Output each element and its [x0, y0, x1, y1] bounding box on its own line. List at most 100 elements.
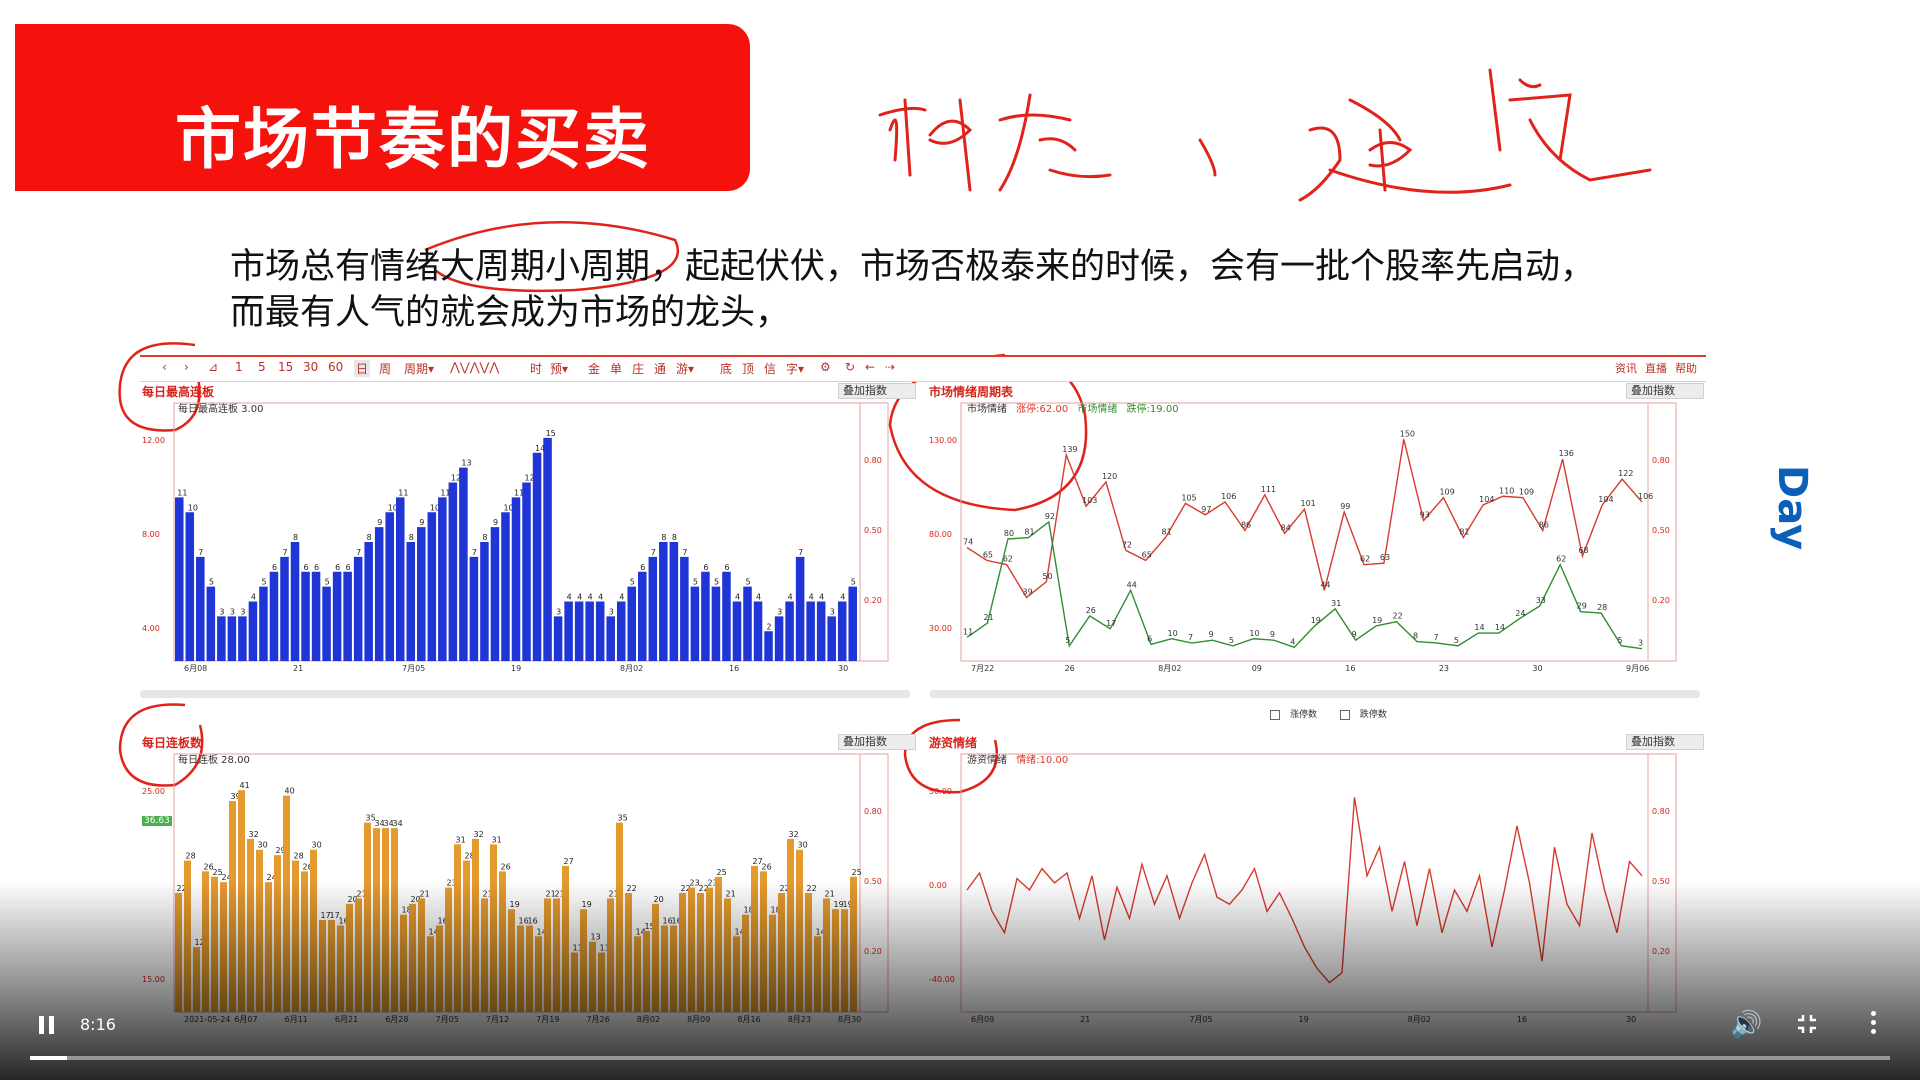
point-value-label: 74	[963, 538, 973, 547]
toolbar-item[interactable]: 单	[610, 360, 622, 377]
bar-value-label: 9	[377, 518, 382, 527]
bar	[774, 616, 784, 661]
bar-value-label: 4	[788, 593, 793, 602]
toolbar-item[interactable]: 周期▾	[404, 360, 434, 377]
bar	[785, 601, 794, 661]
bar-value-label: 4	[251, 593, 256, 602]
bar-value-label: 4	[819, 593, 824, 602]
bar	[438, 497, 447, 661]
bar	[290, 542, 300, 661]
pause-button[interactable]	[36, 1013, 58, 1037]
legend-limit-down[interactable]: 跌停数	[1339, 709, 1397, 720]
bar	[448, 482, 458, 661]
bar-value-label: 5	[714, 578, 719, 587]
overlay-index-dropdown[interactable]: 叠加指数	[838, 383, 916, 399]
toolbar-item[interactable]: 字▾	[786, 360, 804, 377]
point-value-label: 81	[1162, 528, 1172, 537]
arrow-left-icon[interactable]: ←	[865, 360, 875, 374]
bar	[606, 616, 615, 661]
toolbar-item[interactable]: 日	[354, 360, 371, 377]
toolbar-live[interactable]: 直播	[1645, 360, 1667, 376]
toolbar-item[interactable]: 30	[303, 360, 318, 374]
panel-title: 每日连板数	[142, 736, 203, 750]
toolbar-help[interactable]: 帮助	[1675, 360, 1697, 376]
point-value-label: 65	[1142, 550, 1152, 559]
bar-value-label: 4	[588, 593, 593, 602]
bar	[627, 586, 637, 661]
bar-value-label: 2	[767, 622, 772, 631]
refresh-icon[interactable]: ↻	[845, 360, 855, 374]
toolbar-item[interactable]: 5	[258, 360, 266, 374]
overlay-index-dropdown[interactable]: 叠加指数	[1626, 734, 1704, 750]
toolbar-item[interactable]: 周	[379, 360, 391, 377]
bar	[595, 601, 605, 661]
bar	[343, 571, 352, 661]
toolbar-item[interactable]: 信	[764, 360, 776, 377]
daily-max-board-chart: 12.00 8.00 4.00 0.80 0.50 0.20 6月08 21 7月05 19 8月0…	[142, 402, 889, 673]
point-value-label: 9	[1352, 630, 1357, 639]
checkbox-icon[interactable]	[1339, 709, 1350, 720]
bar-value-label: 6	[314, 563, 319, 572]
x-tick-label: 8月02	[620, 664, 643, 673]
toolbar-item[interactable]: 时	[530, 360, 542, 377]
bar	[259, 586, 268, 661]
volume-icon[interactable]: 🔊	[1730, 1010, 1762, 1040]
legend-limit-up[interactable]: 涨停数	[1270, 709, 1327, 720]
scrollbar-top-right[interactable]	[930, 690, 1700, 698]
chart-icon[interactable]: ⊿	[208, 360, 218, 374]
bar	[690, 586, 700, 661]
bar	[332, 571, 342, 661]
toolbar-item[interactable]: 顶	[742, 360, 754, 377]
bar-value-label: 32	[249, 830, 259, 839]
market-sentiment-chart: 130.00 80.00 30.00 0.80 0.50 0.20 7月22 26 8月02 09…	[929, 402, 1677, 673]
settings-icon[interactable]: ⚙	[820, 360, 831, 374]
drawing-tools-icon[interactable]: ⋀⋁⋀⋁⋀	[450, 360, 499, 374]
point-value-label: 39	[1023, 587, 1033, 596]
bar-value-label: 4	[598, 593, 603, 602]
toolbar-news[interactable]: 资讯	[1615, 360, 1637, 376]
point-value-label: 5	[1229, 636, 1234, 645]
point-value-label: 14	[1495, 623, 1505, 632]
y-tick-label: 12.00	[142, 436, 165, 445]
bar	[417, 527, 426, 661]
toolbar-item[interactable]: 庄	[632, 360, 644, 377]
more-options-icon[interactable]	[1868, 1010, 1878, 1038]
bar-value-label: 3	[240, 607, 245, 616]
forward-icon[interactable]: ›	[184, 360, 189, 374]
bar-value-label: 7	[472, 548, 477, 557]
bar-value-label: 4	[567, 593, 572, 602]
bar-value-label: 5	[325, 578, 330, 587]
toolbar-item[interactable]: 15	[278, 360, 293, 374]
bar	[185, 512, 195, 661]
overlay-index-dropdown[interactable]: 叠加指数	[838, 734, 916, 750]
overlay-index-dropdown[interactable]: 叠加指数	[1626, 383, 1704, 399]
toolbar-item[interactable]: 金	[588, 360, 600, 377]
point-value-label: 11	[963, 627, 973, 636]
bar-value-label: 4	[809, 593, 814, 602]
bar-value-label: 8	[293, 533, 298, 542]
bar-value-label: 5	[261, 578, 266, 587]
bar-value-label: 40	[285, 787, 295, 796]
point-value-label: 7	[1433, 633, 1438, 642]
bar-value-label: 4	[619, 593, 624, 602]
toolbar-item[interactable]: 1	[235, 360, 243, 374]
point-value-label: 93	[1420, 510, 1430, 519]
arrow-right-icon[interactable]: ⇢	[885, 360, 895, 374]
right-tick-label: 0.80	[864, 807, 882, 816]
progress-bar[interactable]	[30, 1056, 1890, 1060]
bar-value-label: 41	[240, 781, 250, 790]
back-icon[interactable]: ‹	[162, 360, 167, 374]
toolbar-item[interactable]: 游▾	[676, 360, 694, 377]
point-value-label: 62	[1360, 555, 1370, 564]
panel-market-sentiment-cycle: 市场情绪周期表 叠加指数 市场情绪 涨停:62.00 市场情绪 跌停:19.00…	[927, 381, 1706, 681]
toolbar-item[interactable]: 预▾	[550, 360, 568, 377]
scrollbar-top-left[interactable]	[140, 690, 910, 698]
checkbox-icon[interactable]	[1270, 709, 1280, 720]
toolbar-item[interactable]: 底	[720, 360, 732, 377]
bar-value-label: 8	[409, 533, 414, 542]
point-value-label: 19	[1311, 616, 1321, 625]
body-text-line-1: 市场总有情绪大周期小周期，起起伏伏，市场否极泰来的时候，会有一批个股率先启动，	[230, 247, 1596, 287]
toolbar-item[interactable]: 通	[654, 360, 666, 377]
toolbar-item[interactable]: 60	[328, 360, 343, 374]
exit-fullscreen-icon[interactable]	[1795, 1012, 1819, 1036]
